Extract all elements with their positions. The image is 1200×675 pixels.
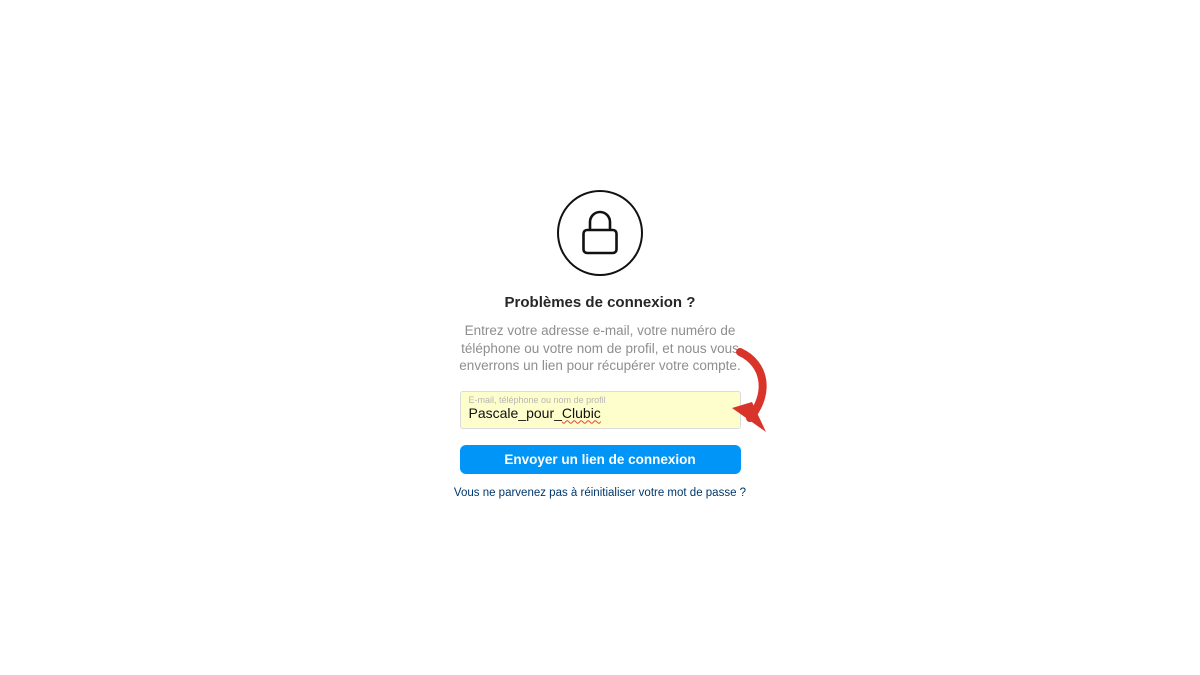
send-login-link-button[interactable]: Envoyer un lien de connexion	[459, 444, 741, 474]
identifier-value-misspelled: Clubic	[561, 404, 601, 421]
cannot-reset-password-link[interactable]: Vous ne parvenez pas à réinitialiser vot…	[454, 487, 746, 499]
lock-badge	[557, 190, 643, 276]
lock-icon	[582, 210, 618, 255]
identifier-field[interactable]: E-mail, téléphone ou nom de profil Pasca…	[459, 390, 741, 429]
identifier-value-prefix: Pascale_pour_	[468, 404, 562, 421]
identifier-field-value[interactable]: Pascale_pour_Clubic	[469, 404, 601, 422]
password-reset-page: Problèmes de connexion ? Entrez votre ad…	[0, 0, 1200, 675]
curved-arrow-icon	[732, 348, 767, 432]
instructions-text: Entrez votre adresse e-mail, votre numér…	[459, 323, 741, 373]
reset-card: Problèmes de connexion ? Entrez votre ad…	[440, 190, 760, 499]
page-title: Problèmes de connexion ?	[504, 294, 696, 311]
